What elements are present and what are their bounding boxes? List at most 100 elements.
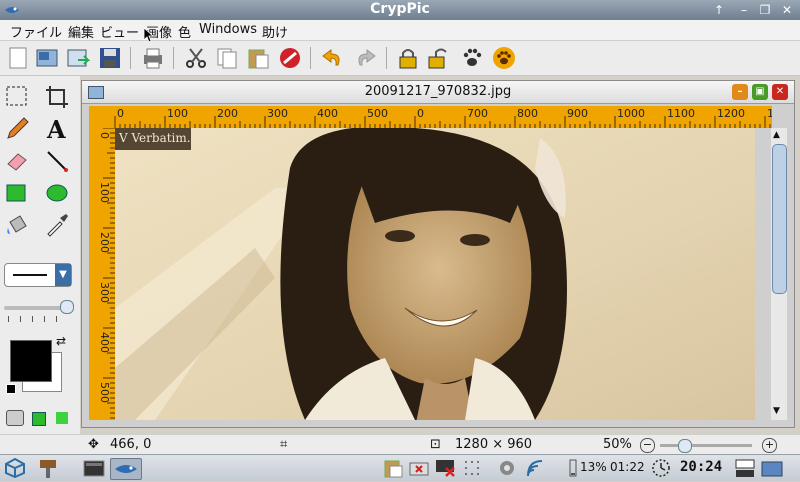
battery-icon bbox=[568, 458, 578, 478]
rectangle-tool-icon[interactable] bbox=[4, 180, 30, 206]
eraser-icon[interactable] bbox=[4, 148, 30, 174]
paw-icon[interactable] bbox=[460, 46, 484, 70]
ruler-h-label: 800 bbox=[517, 107, 538, 120]
cursor-position-icon: ✥ bbox=[88, 437, 99, 452]
minimize-button[interactable]: – bbox=[735, 2, 753, 18]
start-menu-icon[interactable] bbox=[4, 457, 26, 479]
menu-edit[interactable]: 編集 bbox=[68, 22, 94, 41]
app-title-bar: CrypPic ↑ – ❐ ✕ bbox=[0, 0, 800, 20]
ruler-v-label: 100 bbox=[98, 182, 111, 203]
ruler-h-label: 200 bbox=[217, 107, 238, 120]
unlock-icon[interactable] bbox=[426, 46, 450, 70]
save-icon[interactable] bbox=[98, 46, 122, 70]
vertical-scrollbar[interactable]: ▲ ▼ bbox=[771, 128, 787, 420]
toolbar bbox=[0, 41, 800, 76]
scroll-down-icon[interactable]: ▼ bbox=[773, 406, 780, 416]
ruler-v-label: 500 bbox=[98, 382, 111, 403]
zoom-level: 50% bbox=[603, 437, 632, 452]
clock-icon bbox=[650, 458, 672, 478]
menu-help[interactable]: 助け bbox=[262, 22, 288, 41]
copy-icon[interactable] bbox=[215, 46, 239, 70]
image-minimize-button[interactable]: – bbox=[732, 84, 748, 100]
vertical-ruler: 0 100 200 300 400 500 bbox=[89, 128, 115, 420]
fill-mode-both[interactable] bbox=[56, 412, 68, 424]
watermark-text: V Verbatim. bbox=[119, 131, 191, 145]
image-close-button[interactable]: ✕ bbox=[772, 84, 788, 100]
ruler-h-label: 130 bbox=[767, 107, 772, 120]
ruler-v-label: 400 bbox=[98, 332, 111, 353]
print-icon[interactable] bbox=[141, 46, 165, 70]
redo-icon[interactable] bbox=[354, 46, 378, 70]
paw-badge-icon[interactable] bbox=[492, 46, 516, 70]
ruler-h-label: 500 bbox=[367, 107, 388, 120]
paste-icon[interactable] bbox=[246, 46, 270, 70]
display-error-icon[interactable] bbox=[434, 458, 458, 478]
zoom-in-button[interactable]: + bbox=[762, 438, 777, 453]
fill-mode-outline[interactable] bbox=[6, 410, 24, 426]
menu-file[interactable]: ファイル bbox=[10, 22, 62, 41]
settings-tool-icon[interactable] bbox=[36, 458, 60, 478]
image-size: 1280 × 960 bbox=[455, 437, 533, 452]
slider-handle[interactable] bbox=[60, 300, 74, 314]
battery-percent: 13% bbox=[580, 460, 607, 474]
image-filename: 20091217_970832.jpg bbox=[364, 84, 512, 99]
foreground-color-swatch[interactable] bbox=[10, 340, 52, 382]
open-image-icon[interactable] bbox=[35, 46, 59, 70]
restore-button[interactable]: ❐ bbox=[756, 2, 774, 18]
ruler-h-label: 1000 bbox=[617, 107, 645, 120]
zoom-slider-handle[interactable] bbox=[678, 439, 692, 453]
scroll-thumb[interactable] bbox=[772, 144, 787, 294]
line-tool-icon[interactable] bbox=[44, 148, 70, 174]
crop-icon[interactable] bbox=[44, 84, 70, 110]
lock-icon[interactable] bbox=[396, 46, 420, 70]
gear-icon[interactable] bbox=[496, 458, 518, 478]
reset-colors-icon[interactable] bbox=[6, 384, 16, 394]
cursor-position: 466, 0 bbox=[110, 437, 152, 452]
swap-colors-icon[interactable]: ⇄ bbox=[56, 334, 66, 348]
image-maximize-button[interactable]: ▣ bbox=[752, 84, 768, 100]
ruler-h-label: 700 bbox=[467, 107, 488, 120]
menu-view[interactable]: ビュー bbox=[100, 22, 139, 41]
fill-bucket-icon[interactable] bbox=[4, 212, 30, 238]
chevron-down-icon: ▼ bbox=[55, 264, 71, 286]
clipboard-icon[interactable] bbox=[382, 458, 404, 478]
zoom-out-button[interactable]: − bbox=[640, 438, 655, 453]
fill-mode-filled[interactable] bbox=[32, 412, 46, 426]
close-button[interactable]: ✕ bbox=[778, 2, 796, 18]
cryppic-task-icon[interactable] bbox=[110, 458, 142, 480]
cancel-icon[interactable] bbox=[278, 46, 302, 70]
photo-canvas[interactable]: V Verbatim. bbox=[115, 128, 755, 420]
terminal-icon[interactable] bbox=[82, 458, 106, 478]
brush-size-slider[interactable] bbox=[4, 300, 74, 314]
new-file-icon[interactable] bbox=[6, 46, 30, 70]
network-disconnected-icon[interactable] bbox=[408, 458, 430, 478]
image-size-icon: ⊡ bbox=[430, 437, 441, 452]
export-image-icon[interactable] bbox=[66, 46, 91, 70]
ruler-v-label: 200 bbox=[98, 232, 111, 253]
ellipse-tool-icon[interactable] bbox=[44, 180, 70, 206]
menu-color[interactable]: 色 bbox=[178, 22, 191, 41]
ruler-h-label: 900 bbox=[567, 107, 588, 120]
menu-bar: ファイル 編集 ビュー 画像 色 Windows 助け bbox=[0, 20, 800, 43]
ruler-h-label: 1100 bbox=[667, 107, 695, 120]
battery-time: 01:22 bbox=[610, 460, 645, 474]
eyedropper-icon[interactable] bbox=[44, 212, 70, 238]
ruler-h-label: 400 bbox=[317, 107, 338, 120]
arrow-up-icon[interactable]: ↑ bbox=[710, 2, 728, 18]
image-window: 20091217_970832.jpg – ▣ ✕ px 01002003004… bbox=[81, 80, 795, 428]
rect-select-icon[interactable] bbox=[4, 84, 30, 110]
ruler-h-label: 0 bbox=[417, 107, 424, 120]
ruler-v-label: 300 bbox=[98, 282, 111, 303]
undo-icon[interactable] bbox=[320, 46, 344, 70]
line-style-dropdown[interactable]: ▼ bbox=[4, 263, 72, 287]
show-desktop-icon[interactable] bbox=[734, 458, 756, 478]
scroll-up-icon[interactable]: ▲ bbox=[773, 130, 780, 140]
clock-time: 20:24 bbox=[680, 459, 723, 475]
text-tool-icon[interactable]: A bbox=[44, 115, 70, 144]
menu-windows[interactable]: Windows bbox=[199, 22, 257, 37]
zoom-slider[interactable] bbox=[660, 439, 752, 453]
pencil-icon[interactable] bbox=[4, 116, 30, 142]
workspace-switcher-icon[interactable] bbox=[760, 458, 784, 478]
wifi-icon[interactable] bbox=[524, 458, 548, 478]
cut-icon[interactable] bbox=[184, 46, 208, 70]
